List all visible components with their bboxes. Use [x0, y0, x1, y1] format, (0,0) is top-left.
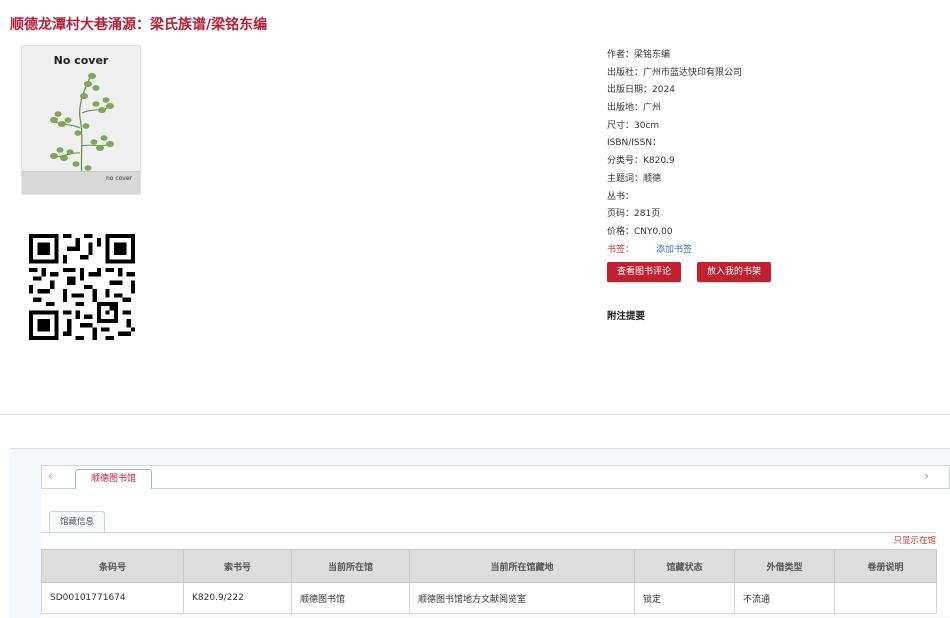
cell-volume-note [834, 582, 937, 614]
notes-heading: 附注提要 [607, 311, 646, 322]
cell-current-location: 顺德图书馆地方文献阅览室 [409, 582, 635, 614]
header-current-location: 当前所在馆藏地 [409, 549, 635, 583]
library-tab-bar: ‹ 顺德图书馆 › [41, 465, 950, 489]
book-cover-image: No cover no cover [21, 45, 141, 195]
cell-call-number: K820.9/222 [183, 582, 292, 614]
info-pub-place: 出版地：广州 [607, 103, 662, 114]
cell-barcode: SD00101771674 [41, 582, 184, 614]
info-publisher: 出版社：广州市蓝达快印有限公司 [607, 67, 743, 78]
table-row: SD00101771674 K820.9/222 顺德图书馆 顺德图书馆地方文献… [41, 582, 937, 614]
info-isbn: ISBN/ISSN： [607, 138, 662, 149]
divider [0, 414, 950, 415]
cover-top-text: No cover [53, 54, 109, 67]
page-title: 顺德龙潭村大巷涌源：梁氏族谱/梁铭东编 [10, 17, 268, 33]
info-pub-date: 出版日期：2024 [607, 85, 675, 96]
cover-bottom-text: no cover [105, 175, 132, 182]
only-show-available-link[interactable]: 只显示在馆 [893, 534, 936, 546]
info-author: 作者：梁铭东编 [607, 50, 671, 60]
info-price: 价格：CNY0.00 [607, 226, 673, 237]
info-subject: 主题词：顺德 [607, 173, 662, 184]
chevron-left-icon[interactable]: ‹ [48, 469, 53, 483]
header-status: 馆藏状态 [634, 549, 735, 583]
cell-status: 锁定 [634, 582, 735, 614]
add-bookmark-link[interactable]: 添加书签 [656, 245, 692, 255]
cell-loan-type: 不流通 [734, 582, 835, 614]
holdings-table: 条码号 索书号 当前所在馆 当前所在馆藏地 馆藏状态 外借类型 卷册说明 SD0… [41, 549, 937, 614]
plant-illustration [50, 72, 114, 177]
view-reviews-button[interactable]: 查看图书评论 [607, 262, 682, 282]
header-call-number: 索书号 [183, 549, 292, 583]
info-class-number: 分类号：K820.9 [607, 156, 675, 167]
chevron-right-icon[interactable]: › [924, 469, 929, 483]
qr-code [29, 234, 135, 340]
cell-current-library: 顺德图书馆 [291, 582, 410, 614]
book-info: 作者：梁铭东编 出版社：广州市蓝达快印有限公司 出版日期：2024 出版地：广州… [607, 47, 742, 259]
header-barcode: 条码号 [41, 549, 184, 583]
header-loan-type: 外借类型 [734, 549, 835, 583]
info-size: 尺寸：30cm [607, 120, 660, 131]
add-to-shelf-button[interactable]: 放入我的书架 [697, 262, 772, 282]
tab-holdings-info[interactable]: 馆藏信息 [49, 511, 106, 533]
header-current-library: 当前所在馆 [291, 549, 410, 583]
sub-tab-divider [41, 532, 936, 533]
info-series: 丛书： [607, 191, 635, 202]
info-pages: 页码：281页 [607, 209, 661, 220]
tab-library[interactable]: 顺德图书馆 [75, 469, 152, 489]
info-bookmark: 书签： 添加书签 [607, 244, 693, 255]
table-header-row: 条码号 索书号 当前所在馆 当前所在馆藏地 馆藏状态 外借类型 卷册说明 [41, 549, 937, 583]
header-volume-note: 卷册说明 [834, 549, 937, 583]
